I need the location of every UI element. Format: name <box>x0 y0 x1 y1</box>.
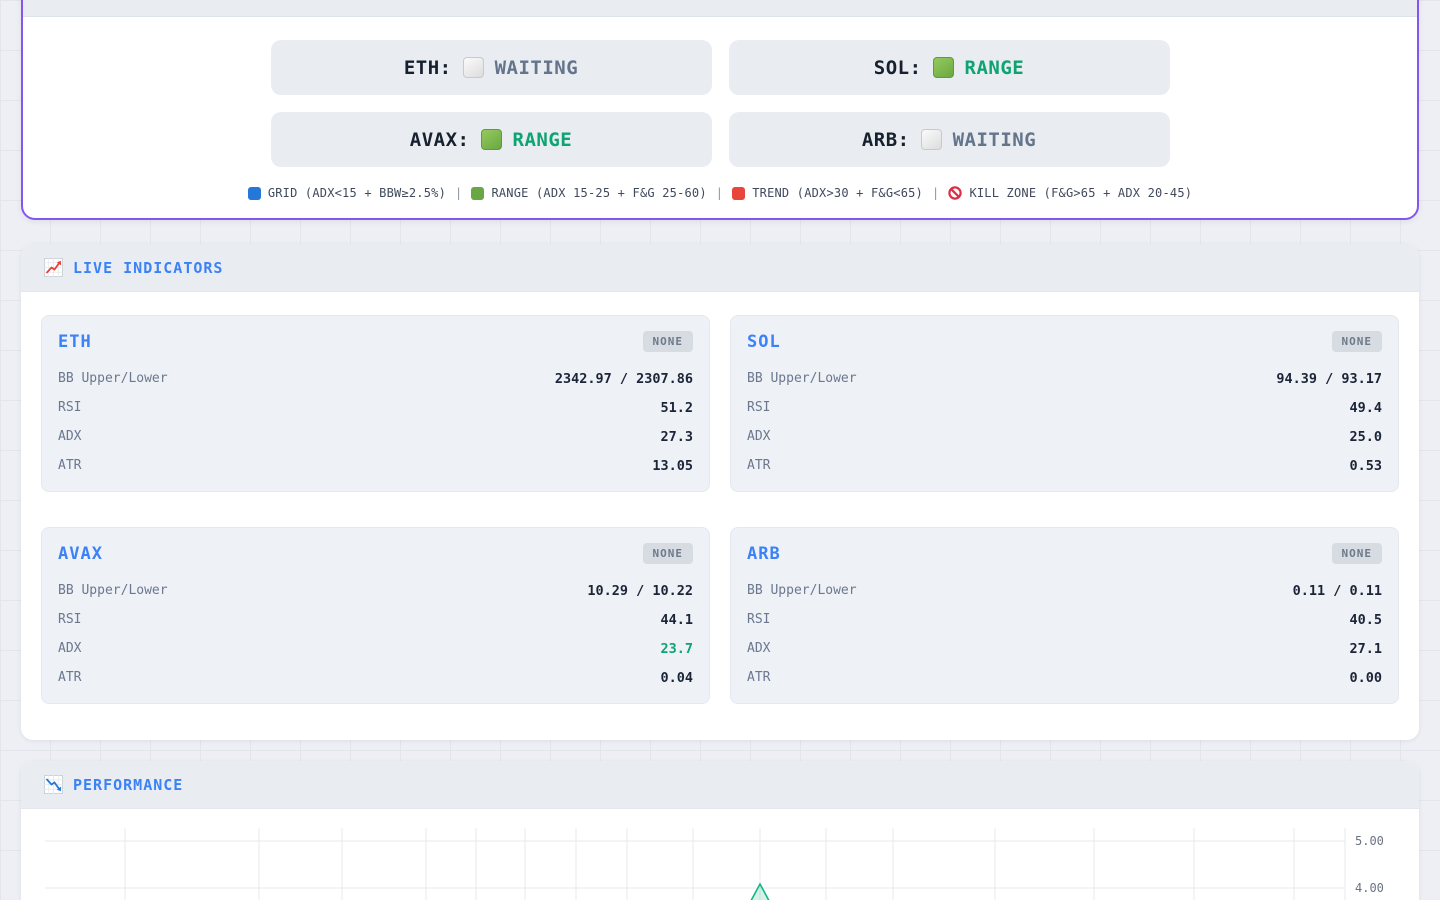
indicator-card-arb: ARB NONE BB Upper/Lower 0.11 / 0.11 RSI … <box>730 527 1399 704</box>
asset-label: AVAX: <box>410 129 470 151</box>
performance-section: PERFORMANCE 5.00 4.00 <box>21 761 1419 900</box>
performance-header: PERFORMANCE <box>21 761 1419 809</box>
indicator-cards-grid: ETH NONE BB Upper/Lower 2342.97 / 2307.8… <box>21 292 1419 704</box>
legend-item-trend: TREND (ADX>30 + F&G<65) <box>732 186 923 200</box>
asset-name: ARB <box>747 544 781 564</box>
asset-name: SOL <box>747 332 781 352</box>
indicator-row: RSI 49.4 <box>747 393 1382 422</box>
legend-label: RANGE (ADX 15-25 + F&G 25-60) <box>491 186 706 200</box>
legend-item-range: RANGE (ADX 15-25 + F&G 25-60) <box>471 186 706 200</box>
asset-label: SOL: <box>874 57 922 79</box>
signal-badge: NONE <box>643 331 694 352</box>
signal-status-panel: ETH: WAITING SOL: RANGE AVAX: RANGE ARB:… <box>21 0 1419 220</box>
indicator-row: BB Upper/Lower 2342.97 / 2307.86 <box>58 364 693 393</box>
legend-label: GRID (ADX<15 + BBW≥2.5%) <box>268 186 446 200</box>
regime-legend: GRID (ADX<15 + BBW≥2.5%) | RANGE (ADX 15… <box>23 186 1417 200</box>
green-square-icon <box>933 57 954 78</box>
indicator-row: RSI 40.5 <box>747 605 1382 634</box>
live-indicators-section: LIVE INDICATORS ETH NONE BB Upper/Lower … <box>21 244 1419 740</box>
chart-decreasing-icon <box>44 775 63 794</box>
performance-chart-canvas: 5.00 4.00 <box>45 828 1415 900</box>
svg-text:5.00: 5.00 <box>1355 834 1384 848</box>
indicator-row: ATR 0.53 <box>747 451 1382 480</box>
status-text: WAITING <box>953 129 1037 151</box>
legend-separator: | <box>455 186 462 200</box>
indicator-row: RSI 51.2 <box>58 393 693 422</box>
section-title: PERFORMANCE <box>73 776 183 794</box>
asset-status-pill-sol: SOL: RANGE <box>729 40 1170 95</box>
signal-badge: NONE <box>1332 543 1383 564</box>
chart-increasing-icon <box>44 258 63 277</box>
indicator-row: ATR 0.00 <box>747 663 1382 692</box>
indicator-row: BB Upper/Lower 94.39 / 93.17 <box>747 364 1382 393</box>
performance-chart: 5.00 4.00 <box>21 809 1419 900</box>
indicator-row: ADX 27.3 <box>58 422 693 451</box>
indicator-row: ATR 0.04 <box>58 663 693 692</box>
indicator-row: RSI 44.1 <box>58 605 693 634</box>
indicator-card-sol: SOL NONE BB Upper/Lower 94.39 / 93.17 RS… <box>730 315 1399 492</box>
status-text: WAITING <box>495 57 579 79</box>
no-entry-icon <box>948 186 962 200</box>
indicator-card-avax: AVAX NONE BB Upper/Lower 10.29 / 10.22 R… <box>41 527 710 704</box>
red-square-icon <box>732 187 745 200</box>
asset-status-pill-avax: AVAX: RANGE <box>271 112 712 167</box>
asset-label: ETH: <box>404 57 452 79</box>
legend-separator: | <box>932 186 939 200</box>
indicator-row: ADX 27.1 <box>747 634 1382 663</box>
indicator-row: BB Upper/Lower 0.11 / 0.11 <box>747 576 1382 605</box>
asset-status-pill-arb: ARB: WAITING <box>729 112 1170 167</box>
asset-name: AVAX <box>58 544 103 564</box>
legend-separator: | <box>716 186 723 200</box>
indicator-card-eth: ETH NONE BB Upper/Lower 2342.97 / 2307.8… <box>41 315 710 492</box>
blue-square-icon <box>248 187 261 200</box>
asset-name: ETH <box>58 332 92 352</box>
legend-label: TREND (ADX>30 + F&G<65) <box>752 186 923 200</box>
white-square-icon <box>921 129 942 150</box>
indicator-row: ADX 25.0 <box>747 422 1382 451</box>
indicator-row: ATR 13.05 <box>58 451 693 480</box>
indicator-row: ADX 23.7 <box>58 634 693 663</box>
green-square-icon <box>481 129 502 150</box>
indicator-row: BB Upper/Lower 10.29 / 10.22 <box>58 576 693 605</box>
white-square-icon <box>463 57 484 78</box>
signal-badge: NONE <box>1332 331 1383 352</box>
svg-text:4.00: 4.00 <box>1355 881 1384 895</box>
status-text: RANGE <box>513 129 573 151</box>
legend-item-kill-zone: KILL ZONE (F&G>65 + ADX 20-45) <box>948 186 1192 200</box>
asset-label: ARB: <box>862 129 910 151</box>
section-title: LIVE INDICATORS <box>73 259 223 277</box>
status-text: RANGE <box>965 57 1025 79</box>
live-indicators-header: LIVE INDICATORS <box>21 244 1419 292</box>
asset-status-grid: ETH: WAITING SOL: RANGE AVAX: RANGE ARB:… <box>271 40 1170 167</box>
legend-label: KILL ZONE (F&G>65 + ADX 20-45) <box>969 186 1192 200</box>
signal-badge: NONE <box>643 543 694 564</box>
asset-status-pill-eth: ETH: WAITING <box>271 40 712 95</box>
status-panel-header <box>23 0 1417 17</box>
green-square-icon <box>471 187 484 200</box>
legend-item-grid: GRID (ADX<15 + BBW≥2.5%) <box>248 186 446 200</box>
